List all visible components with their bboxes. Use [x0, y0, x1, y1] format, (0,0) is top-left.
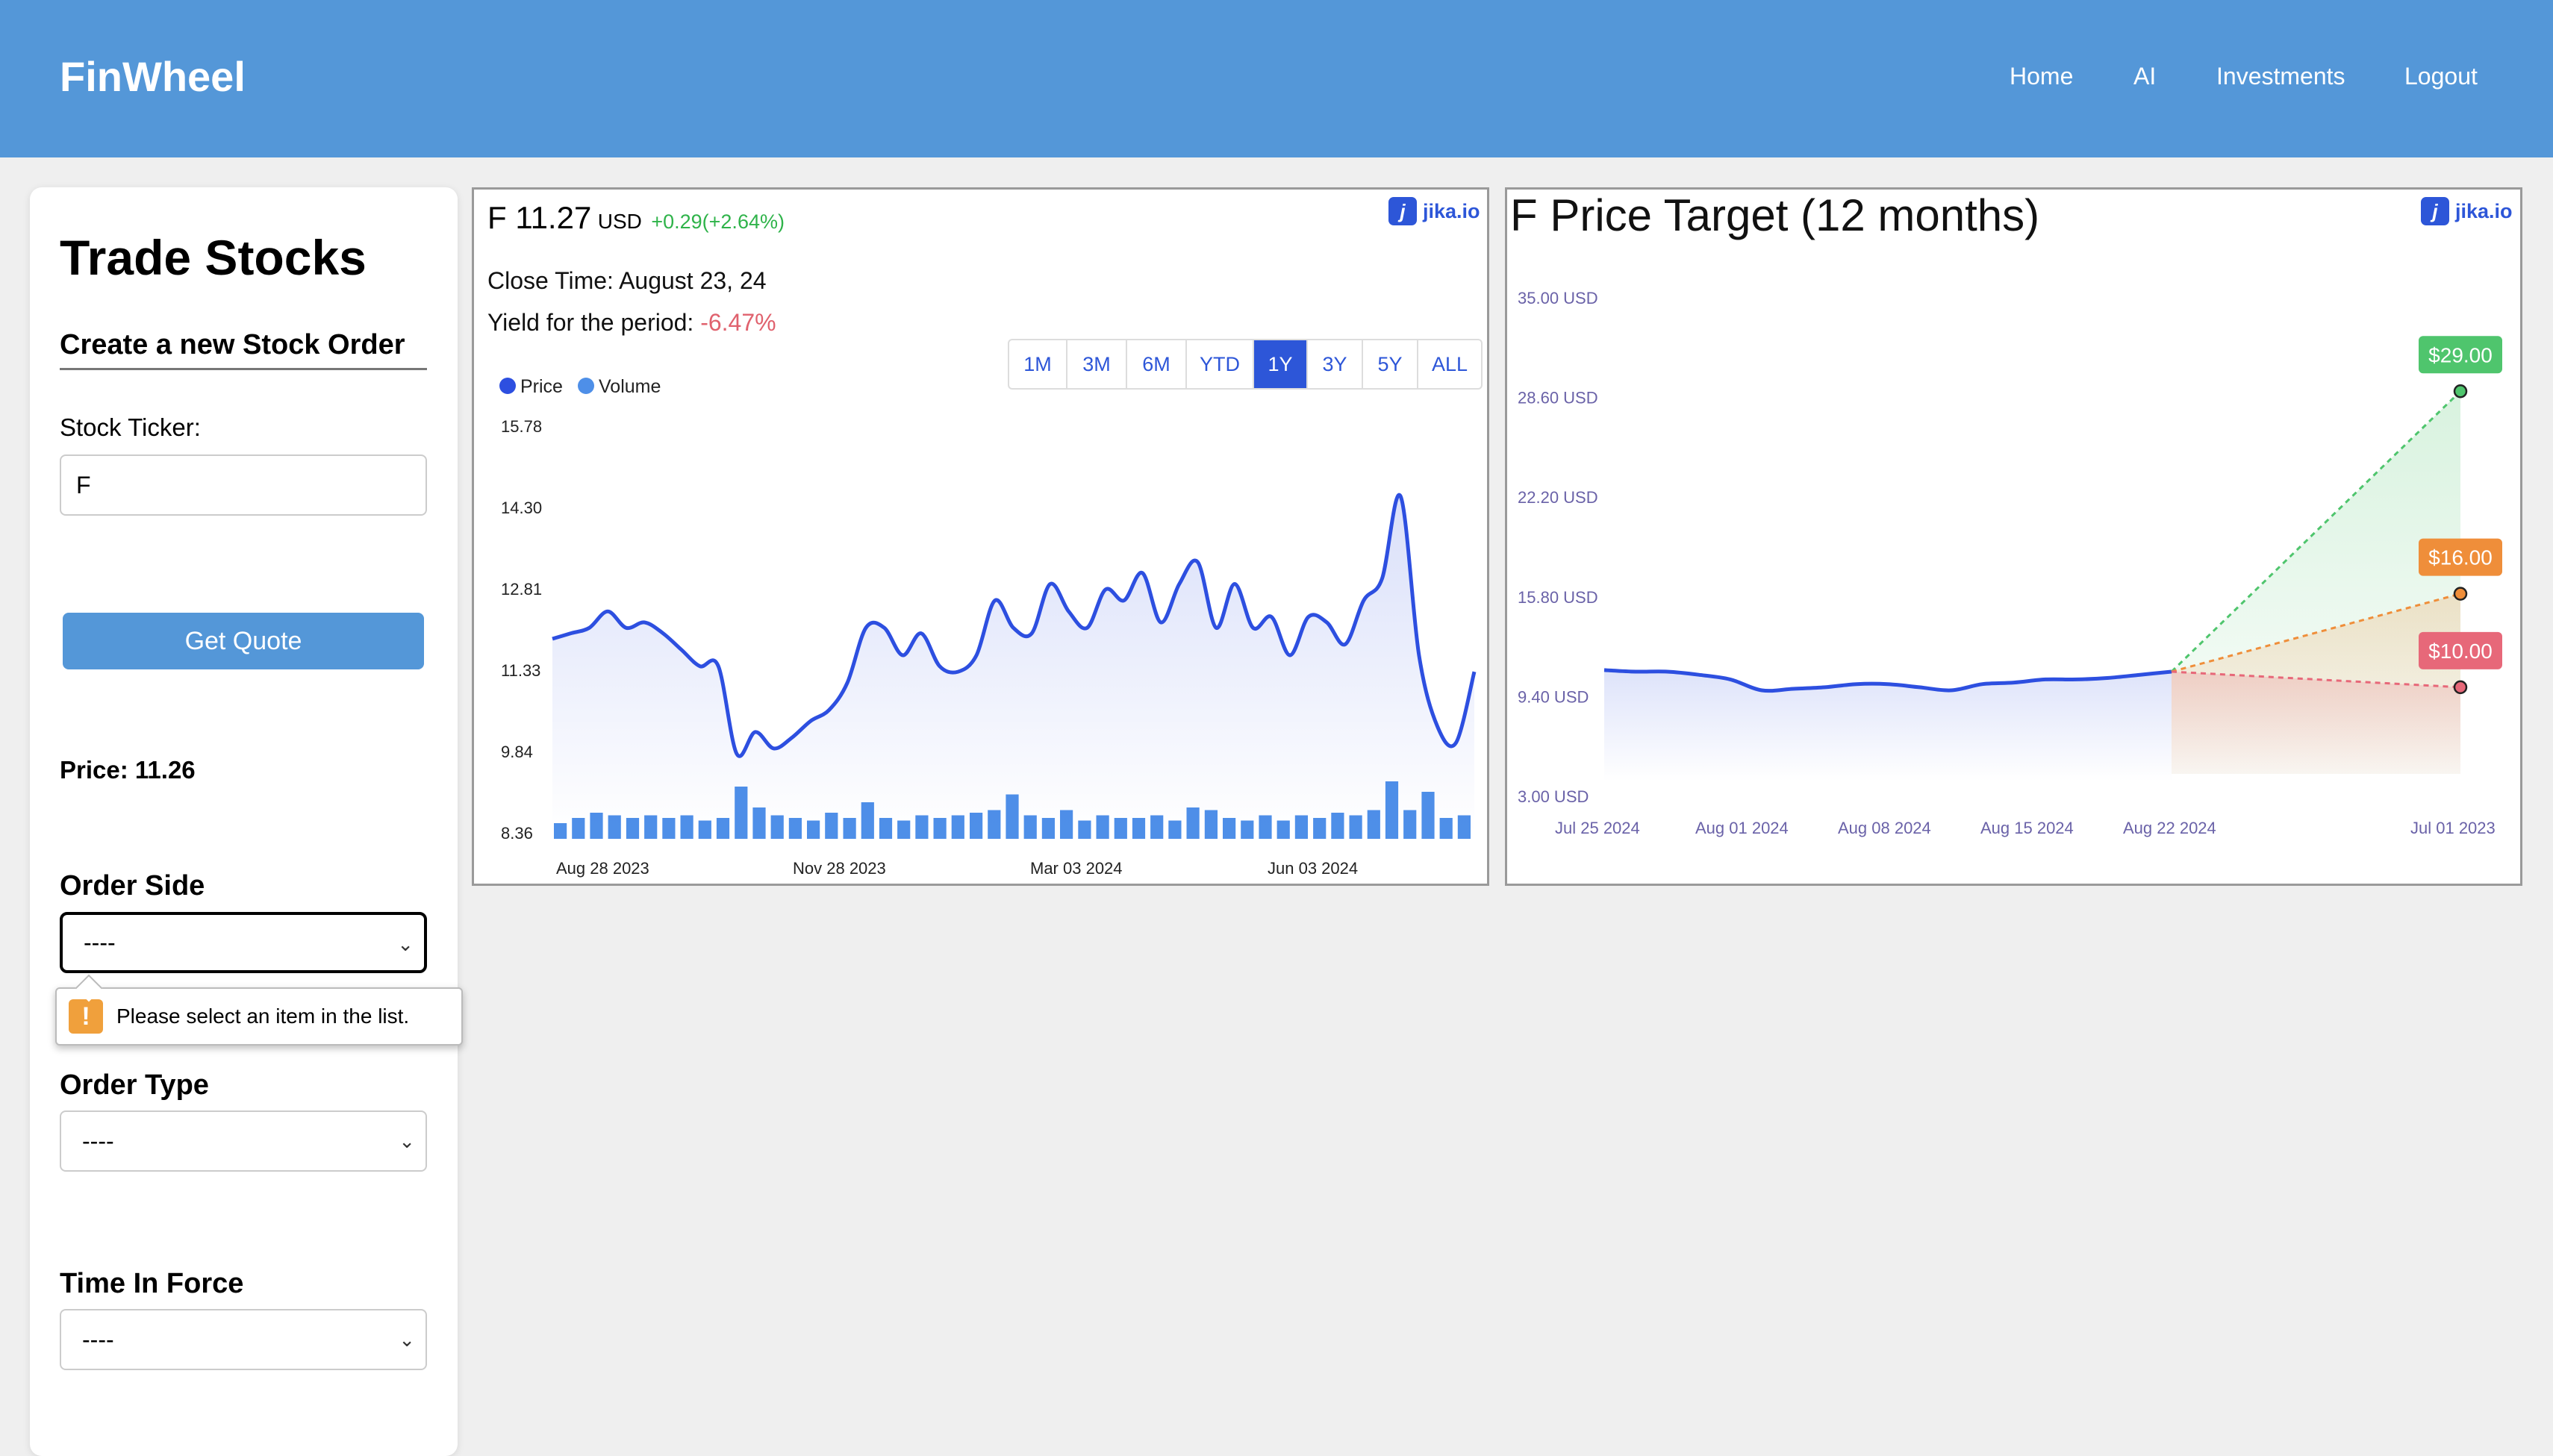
nav-ai[interactable]: AI [2133, 63, 2156, 90]
legend-volume-label: Volume [599, 376, 661, 397]
ticker-value: F [76, 471, 91, 499]
x-tick-label: Aug 08 2024 [1838, 819, 1931, 837]
quote-widget: F 11.27 USD +0.29(+2.64%) j jika.io Clos… [472, 187, 1489, 886]
form-subtitle: Create a new Stock Order [60, 329, 405, 360]
order-type-label: Order Type [60, 1069, 209, 1101]
navbar: FinWheel Home AI Investments Logout [0, 0, 2553, 157]
chevron-down-icon: ⌄ [399, 1328, 415, 1351]
nav-logout[interactable]: Logout [2404, 63, 2478, 90]
x-tick-label: Aug 28 2023 [556, 859, 649, 878]
y-tick-label: 11.33 [501, 661, 540, 680]
order-side-label: Order Side [60, 870, 205, 902]
warning-icon: ! [69, 999, 103, 1034]
price-target-chart[interactable]: 35.00 USD 28.60 USD 22.20 USD 15.80 USD 9.40… [1507, 190, 2520, 884]
x-tick-label: Nov 28 2023 [793, 859, 886, 878]
order-type-select[interactable]: ---- ⌄ [60, 1110, 427, 1172]
subtitle-divider [60, 368, 427, 370]
validation-message: Please select an item in the list. [116, 1004, 410, 1028]
order-side-value: ---- [84, 928, 116, 956]
target-badge-label: $10.00 [2428, 640, 2493, 663]
y-tick-label: 28.60 USD [1518, 389, 1598, 407]
trade-form-card: Trade Stocks Create a new Stock Order St… [30, 187, 463, 1456]
validation-tooltip: ! Please select an item in the list. [55, 987, 463, 1046]
y-tick-label: 12.81 [501, 580, 542, 599]
get-quote-button[interactable]: Get Quote [63, 613, 424, 669]
x-tick-label: Aug 22 2024 [2123, 819, 2216, 837]
x-tick-label: Jul 01 2023 [2410, 819, 2496, 837]
x-tick-label: Aug 15 2024 [1980, 819, 2074, 837]
target-point [2453, 587, 2468, 601]
nav-investments[interactable]: Investments [2216, 63, 2345, 90]
ticker-label: Stock Ticker: [60, 413, 201, 441]
page-title: Trade Stocks [60, 230, 367, 285]
price-area [552, 495, 1474, 833]
x-tick-label: Mar 03 2024 [1030, 859, 1123, 878]
y-tick-label: 14.30 [501, 499, 542, 517]
target-point [2453, 384, 2468, 399]
legend-price-dot [499, 378, 516, 394]
history-area [1604, 669, 2172, 781]
target-area [2172, 672, 2460, 774]
order-side-select[interactable]: ---- ⌄ [60, 912, 427, 973]
y-tick-label: 3.00 USD [1518, 787, 1589, 806]
y-tick-label: 9.84 [501, 743, 533, 761]
y-tick-label: 15.80 USD [1518, 588, 1598, 607]
y-tick-label: 22.20 USD [1518, 488, 1598, 507]
y-tick-label: 8.36 [501, 824, 533, 843]
legend-price-label: Price [520, 376, 563, 397]
target-badge-label: $29.00 [2428, 343, 2493, 366]
chevron-down-icon: ⌄ [397, 933, 414, 955]
nav-home[interactable]: Home [2010, 63, 2073, 90]
chevron-down-icon: ⌄ [399, 1130, 415, 1152]
time-in-force-value: ---- [82, 1325, 114, 1353]
ticker-input[interactable]: F [60, 454, 427, 516]
time-in-force-label: Time In Force [60, 1268, 244, 1299]
target-point [2453, 680, 2468, 695]
order-type-value: ---- [82, 1127, 114, 1155]
y-tick-label: 15.78 [501, 417, 542, 436]
x-tick-label: Jun 03 2024 [1268, 859, 1358, 878]
price-text: Price: 11.26 [60, 756, 196, 784]
target-badge-label: $16.00 [2428, 546, 2493, 569]
price-volume-chart[interactable]: Price Volume 15.78 14.30 12.81 11.33 9.84 8.36 A… [474, 190, 1487, 884]
brand-logo[interactable]: FinWheel [60, 52, 246, 101]
legend-volume-dot [578, 378, 594, 394]
x-tick-label: Jul 25 2024 [1555, 819, 1640, 837]
y-tick-label: 35.00 USD [1518, 289, 1598, 307]
price-target-widget: F Price Target (12 months) j jika.io 35.… [1505, 187, 2522, 886]
y-tick-label: 9.40 USD [1518, 687, 1589, 706]
x-tick-label: Aug 01 2024 [1695, 819, 1789, 837]
time-in-force-select[interactable]: ---- ⌄ [60, 1309, 427, 1370]
